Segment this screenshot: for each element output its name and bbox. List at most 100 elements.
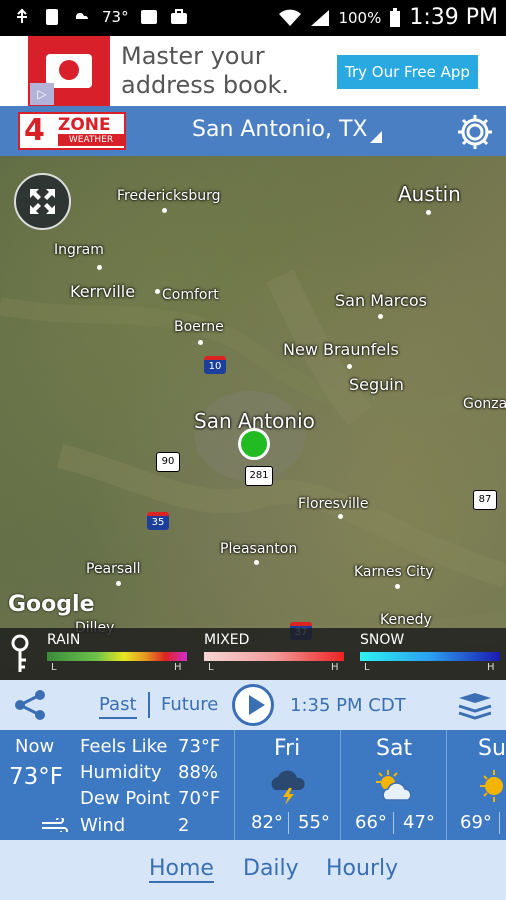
status-temp: 73° bbox=[102, 8, 129, 26]
briefcase-icon bbox=[170, 9, 187, 24]
precip-legend: RAIN L H MIXED L H SNOW L H bbox=[0, 628, 506, 680]
legend-rain: RAIN L H bbox=[47, 632, 187, 673]
forecast-day-label: Sat bbox=[376, 736, 413, 761]
city-dot bbox=[347, 364, 352, 369]
tab-future[interactable]: Future bbox=[161, 694, 218, 715]
city-san-marcos: San Marcos bbox=[335, 291, 427, 310]
city-seguin: Seguin bbox=[349, 375, 404, 394]
forecast-day-label: Su bbox=[478, 736, 506, 761]
panel-divider bbox=[234, 730, 235, 840]
gear-icon[interactable] bbox=[455, 112, 495, 152]
city-floresville: Floresville bbox=[298, 496, 369, 512]
share-icon[interactable] bbox=[13, 688, 47, 722]
humidity-value: 88% bbox=[178, 762, 219, 783]
battery-icon bbox=[390, 7, 401, 27]
location-selector[interactable]: San Antonio, TX bbox=[192, 117, 367, 142]
ad-choices-icon[interactable]: ▷ bbox=[30, 83, 54, 105]
forecast-divider bbox=[340, 730, 341, 840]
city-karnes-city: Karnes City bbox=[354, 564, 434, 580]
layers-icon[interactable] bbox=[457, 692, 493, 720]
city-dot bbox=[162, 208, 167, 213]
weather-cloud-icon bbox=[75, 12, 89, 19]
station-logo[interactable]: 4 ZONE WEATHER bbox=[18, 112, 126, 150]
wifi-icon bbox=[279, 9, 302, 26]
playback-controls: Past Future 1:35 PM CDT bbox=[0, 680, 506, 730]
dew-point-value: 70°F bbox=[178, 788, 221, 809]
city-kerrville: Kerrville bbox=[70, 282, 136, 301]
fullscreen-button[interactable] bbox=[14, 173, 71, 230]
now-temp: 73°F bbox=[9, 764, 63, 790]
legend-mixed-low: L bbox=[208, 662, 214, 673]
forecast-day-label: Fri bbox=[274, 736, 301, 761]
ad-cta-button[interactable]: Try Our Free App bbox=[337, 55, 478, 89]
tab-past[interactable]: Past bbox=[99, 694, 137, 719]
hi-lo-divider bbox=[499, 812, 500, 834]
logo-number: 4 bbox=[24, 113, 45, 148]
highway-shield-us281: 281 bbox=[245, 466, 273, 486]
city-dot bbox=[97, 265, 102, 270]
ad-banner[interactable]: ▷ Master your address book. Try Our Free… bbox=[0, 36, 506, 106]
battery-percent: 100% bbox=[338, 8, 382, 27]
legend-snow-label: SNOW bbox=[360, 632, 405, 648]
ad-text-line1: Master your bbox=[121, 42, 265, 70]
forecast-low: 47° bbox=[403, 812, 435, 833]
city-dot bbox=[378, 314, 383, 319]
legend-snow: SNOW L H bbox=[360, 632, 500, 673]
legend-rain-label: RAIN bbox=[47, 632, 81, 648]
legend-mixed-bar bbox=[204, 652, 344, 661]
hi-lo-divider bbox=[288, 812, 289, 834]
forecast-divider bbox=[446, 730, 447, 840]
key-icon[interactable] bbox=[8, 634, 32, 674]
radar-timestamp: 1:35 PM CDT bbox=[290, 695, 406, 716]
sunny-icon bbox=[480, 770, 503, 802]
location-marker[interactable] bbox=[238, 428, 270, 460]
city-dot bbox=[426, 210, 431, 215]
wind-icon bbox=[42, 818, 68, 832]
legend-mixed-label: MIXED bbox=[204, 632, 250, 648]
city-comfort: Comfort bbox=[162, 287, 219, 303]
expand-icon bbox=[30, 189, 55, 214]
status-bar: 73° 100% 1:39 PM bbox=[0, 0, 506, 36]
hi-lo-divider bbox=[393, 812, 394, 834]
legend-rain-high: H bbox=[174, 662, 182, 673]
city-dot bbox=[395, 584, 400, 589]
highway-shield-us90: 90 bbox=[156, 452, 180, 472]
city-pearsall: Pearsall bbox=[86, 561, 141, 577]
city-kenedy: Kenedy bbox=[380, 612, 432, 628]
nav-daily[interactable]: Daily bbox=[243, 856, 299, 881]
usb-icon bbox=[17, 8, 27, 23]
highway-shield-i35: 35 bbox=[147, 512, 169, 530]
forecast-high: 66° bbox=[355, 812, 387, 833]
forecast-low: 55° bbox=[298, 812, 330, 833]
partly-sunny-icon bbox=[376, 770, 412, 801]
nav-home[interactable]: Home bbox=[149, 856, 214, 883]
legend-rain-bar bbox=[47, 652, 187, 661]
legend-snow-high: H bbox=[487, 662, 495, 673]
city-dot bbox=[116, 581, 121, 586]
now-label: Now bbox=[15, 736, 55, 757]
city-new-braunfels: New Braunfels bbox=[283, 340, 399, 359]
signal-icon bbox=[311, 9, 330, 26]
tab-separator bbox=[148, 692, 150, 718]
thunderstorm-icon bbox=[271, 770, 305, 805]
city-dot bbox=[198, 340, 203, 345]
city-dot bbox=[254, 560, 259, 565]
checklist-icon bbox=[140, 10, 157, 24]
wind-value: 2 bbox=[178, 815, 190, 836]
city-fredericksburg: Fredericksburg bbox=[117, 188, 221, 204]
highway-shield-us87: 87 bbox=[473, 490, 497, 510]
radar-map[interactable]: Fredericksburg Austin Ingram Kerrville C… bbox=[0, 156, 506, 680]
feels-like-label: Feels Like bbox=[80, 736, 168, 757]
city-pleasanton: Pleasanton bbox=[220, 541, 298, 557]
ad-text: Master your address book. bbox=[121, 42, 289, 100]
feels-like-value: 73°F bbox=[178, 736, 221, 757]
forecast-high: 69° bbox=[460, 812, 492, 833]
dropdown-caret-icon[interactable] bbox=[370, 131, 382, 143]
legend-snow-bar bbox=[360, 652, 500, 661]
play-button[interactable] bbox=[232, 684, 274, 726]
nav-hourly[interactable]: Hourly bbox=[326, 856, 398, 881]
status-time: 1:39 PM bbox=[409, 5, 498, 30]
city-gonzales: Gonza bbox=[463, 396, 506, 412]
city-dot bbox=[155, 289, 160, 294]
legend-mixed-high: H bbox=[331, 662, 339, 673]
